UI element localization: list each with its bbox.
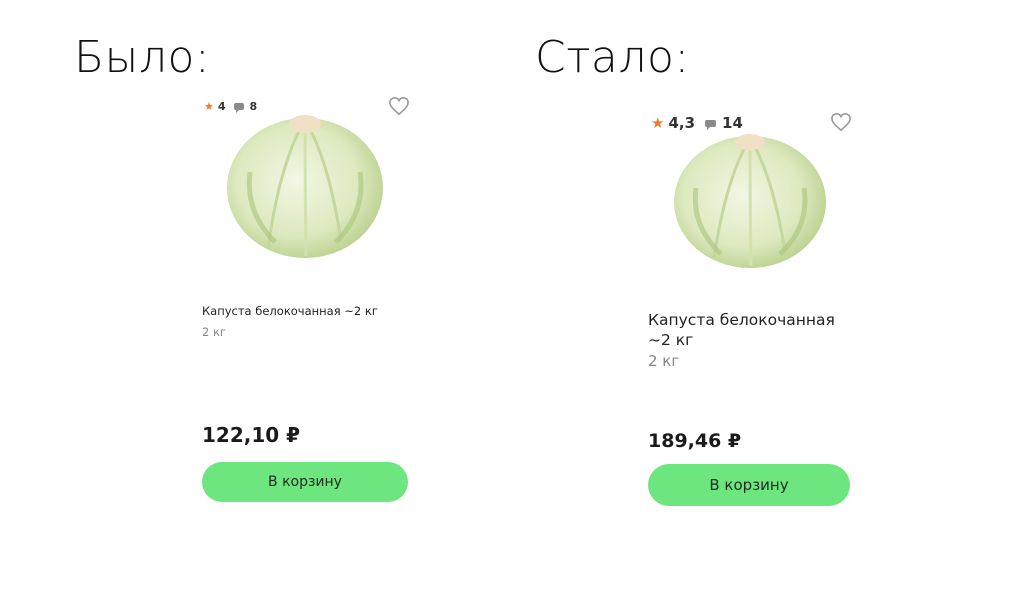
comment-icon bbox=[705, 119, 717, 130]
product-weight: 2 кг bbox=[648, 352, 680, 370]
product-price: 189,46 ₽ bbox=[648, 430, 742, 452]
add-to-cart-button[interactable]: В корзину bbox=[202, 462, 408, 502]
comment-icon bbox=[233, 103, 244, 113]
cabbage-image[interactable] bbox=[220, 102, 390, 262]
product-price: 122,10 ₽ bbox=[202, 423, 301, 447]
rating-row: ★ 4 8 bbox=[204, 100, 257, 113]
heart-outline-icon[interactable] bbox=[830, 112, 852, 132]
product-title[interactable]: Капуста белокочанная ~2 кг bbox=[648, 310, 848, 350]
star-icon: ★ bbox=[204, 100, 214, 113]
product-card-before[interactable]: ★ 4 8 Капуста белокочанная ~2 кг 2 кг 12… bbox=[196, 92, 414, 512]
heading-before: Было: bbox=[74, 32, 211, 83]
add-to-cart-button[interactable]: В корзину bbox=[648, 464, 850, 506]
cabbage-image[interactable] bbox=[666, 122, 834, 272]
reviews-count: 8 bbox=[249, 100, 258, 113]
star-icon: ★ bbox=[651, 114, 665, 132]
heart-outline-icon[interactable] bbox=[388, 96, 410, 116]
product-title[interactable]: Капуста белокочанная ~2 кг bbox=[202, 304, 412, 318]
heading-after: Стало: bbox=[535, 32, 690, 83]
rating-value: 4 bbox=[217, 100, 226, 113]
rating-value: 4,3 bbox=[668, 114, 696, 132]
reviews-count: 14 bbox=[722, 114, 743, 132]
product-card-after[interactable]: ★ 4,3 14 Капуста белокочанная ~2 кг 2 кг… bbox=[640, 106, 856, 516]
rating-row: ★ 4,3 14 bbox=[651, 114, 743, 132]
product-weight: 2 кг bbox=[202, 325, 226, 339]
